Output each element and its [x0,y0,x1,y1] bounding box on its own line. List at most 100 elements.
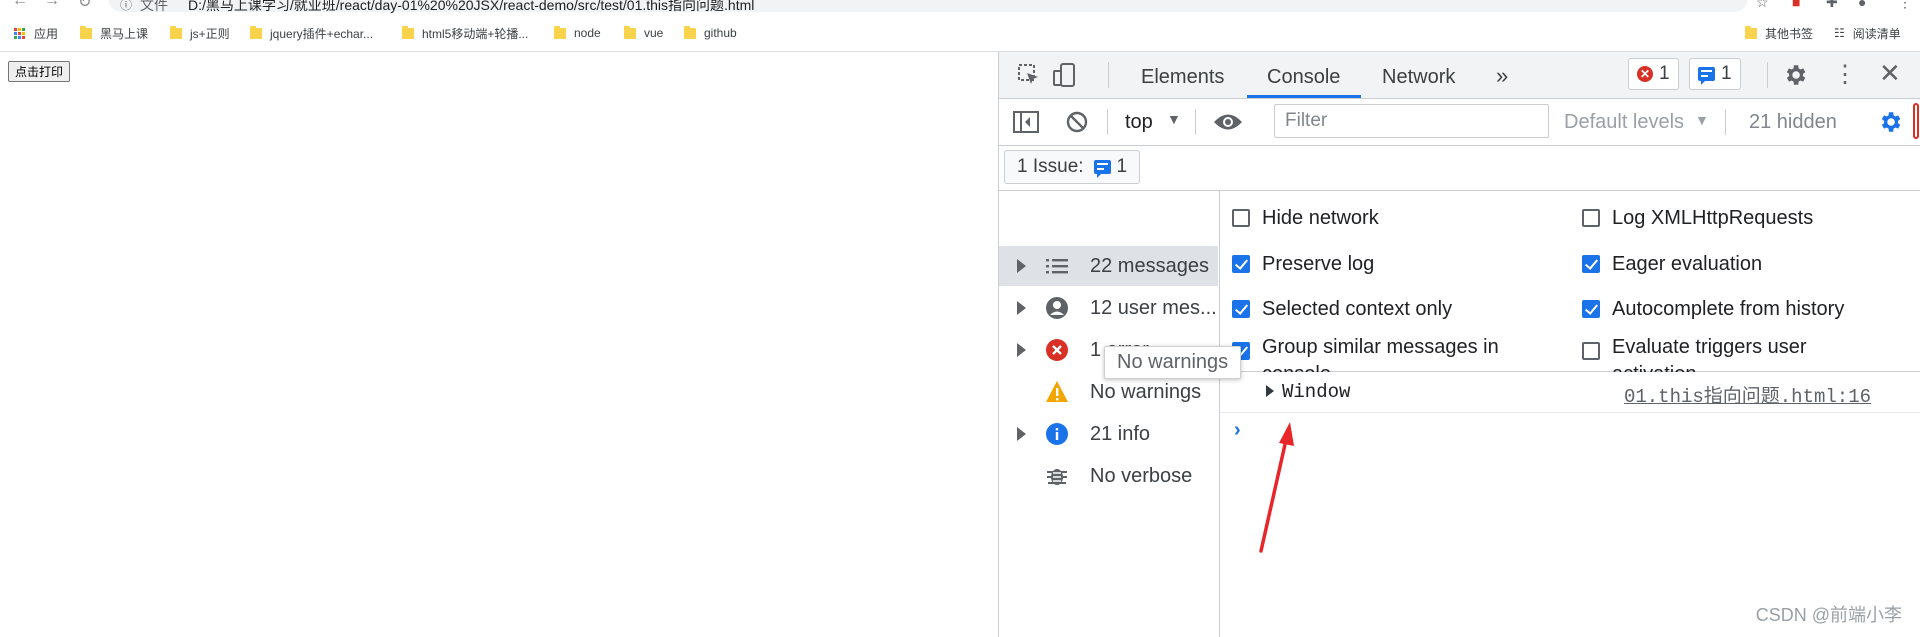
checkbox[interactable] [1582,342,1600,360]
expand-triangle-icon[interactable] [1266,385,1274,397]
bookmark-label: 阅读清单 [1852,26,1901,41]
context-selector[interactable]: top [1125,111,1153,134]
bookmark-folder[interactable]: html5移动端+轮播... [402,25,528,41]
bookmark-reading-list[interactable]: ☷ 阅读清单 [1834,25,1901,41]
checkbox[interactable] [1582,209,1600,227]
option-hide-network[interactable]: Hide network [1232,207,1379,230]
info-icon [1046,423,1068,445]
chrome-menu-icon[interactable]: ⋮ [1898,0,1912,11]
sidebar-item-label: No warnings [1090,381,1202,403]
extension-icon[interactable]: ■ [1792,0,1800,10]
option-log-xhr[interactable]: Log XMLHttpRequests [1582,207,1813,230]
inspect-element-icon[interactable] [1017,63,1041,87]
expand-triangle-icon[interactable] [1017,343,1026,357]
bookmark-star-icon[interactable]: ☆ [1756,0,1769,11]
profile-avatar-icon[interactable]: ● [1858,0,1866,10]
clear-console-icon[interactable] [1065,110,1089,134]
bookmarks-bar: 应用 黑马上课 js+正则 jquery插件+echar... html5移动端… [0,14,1920,52]
expand-triangle-icon[interactable] [1017,301,1026,315]
bookmark-label: vue [644,26,664,40]
sidebar-item-verbose[interactable]: No verbose [999,456,1218,496]
console-toolbar: top ▼ Default levels ▼ 21 hidden [999,99,1920,146]
hidden-count: 21 hidden [1749,111,1837,133]
console-prompt[interactable]: › [1220,413,1920,453]
issue-message-icon [1093,160,1111,178]
back-icon[interactable]: ← [12,0,28,10]
sidebar-item-messages[interactable]: 22 messages [999,246,1218,286]
expand-triangle-icon[interactable] [1017,427,1026,441]
checkbox[interactable] [1232,255,1250,273]
option-eager-evaluation[interactable]: Eager evaluation [1582,253,1762,276]
option-selected-context[interactable]: Selected context only [1232,298,1452,321]
error-icon [1046,339,1068,361]
device-toolbar-icon[interactable] [1051,62,1077,88]
bookmark-other[interactable]: 其他书签 [1745,25,1813,41]
checkbox[interactable] [1582,300,1600,318]
message-icon [1698,67,1715,85]
folder-icon [250,25,262,39]
folder-icon [1745,25,1757,39]
bookmark-folder[interactable]: jquery插件+echar... [250,25,373,41]
scrollbar-thumb[interactable] [1913,103,1919,139]
close-icon[interactable]: ✕ [1879,58,1901,89]
bookmark-apps[interactable]: 应用 [14,25,58,41]
more-tabs-icon[interactable]: » [1496,63,1508,89]
issues-bar: 1 Issue: 1 [999,146,1920,191]
warning-icon [1046,381,1068,402]
bookmark-folder[interactable]: js+正则 [170,25,230,41]
option-label: Autocomplete from history [1612,298,1845,320]
log-levels-dropdown[interactable]: Default levels [1564,111,1684,134]
bookmark-folder[interactable]: github [684,25,737,41]
checkbox[interactable] [1582,255,1600,273]
reading-list-icon: ☷ [1834,26,1845,40]
expand-triangle-icon[interactable] [1017,259,1026,273]
omnibox[interactable]: ⓘ 文件 D:/黑马上课学习/就业班/react/day-01%20%20JSX… [108,0,1748,14]
live-expression-eye-icon[interactable] [1213,111,1243,133]
address-bar: ← → ↻ ⓘ 文件 D:/黑马上课学习/就业班/react/day-01%20… [0,0,1920,14]
message-count: 1 [1721,63,1732,84]
chevron-down-icon[interactable]: ▼ [1167,111,1181,127]
print-button[interactable]: 点击打印 [8,61,71,82]
option-label: Log XMLHttpRequests [1612,207,1814,229]
sidebar-item-label: 22 messages [1090,255,1209,277]
more-options-icon[interactable]: ⋮ [1833,60,1857,89]
bookmark-label: jquery插件+echar... [270,26,374,41]
folder-icon [624,25,636,39]
url-scheme: 文件 [140,0,168,13]
checkbox[interactable] [1232,300,1250,318]
forward-icon[interactable]: → [44,0,60,10]
settings-gear-icon[interactable] [1782,62,1808,88]
watermark: CSDN @前端小李 [1755,605,1902,625]
bookmark-folder[interactable]: node [554,25,601,41]
message-count-badge[interactable]: 1 [1689,58,1741,90]
bookmark-folder[interactable]: vue [624,25,663,41]
sidebar-item-label: 21 info [1090,423,1151,445]
sidebar-item-info[interactable]: 21 info [999,414,1218,454]
checkbox[interactable] [1232,209,1250,227]
option-preserve-log[interactable]: Preserve log [1232,253,1374,276]
issues-button[interactable]: 1 Issue: 1 [1004,150,1141,184]
extensions-puzzle-icon[interactable]: ✚ [1826,0,1838,11]
devtools-panel: Elements Console Network » ✕ 1 1 ⋮ ✕ top… [998,52,1920,637]
tab-elements[interactable]: Elements [1141,66,1224,89]
folder-icon [170,25,182,39]
site-info-icon[interactable]: ⓘ [120,0,132,13]
bookmark-folder[interactable]: 黑马上课 [80,25,148,41]
url-text[interactable]: D:/黑马上课学习/就业班/react/day-01%20%20JSX/reac… [188,0,754,14]
sidebar-toggle-icon[interactable] [1013,111,1039,133]
tooltip: No warnings [1104,346,1242,379]
log-source-link[interactable]: 01.this指向问题.html:16 [1624,381,1871,408]
filter-input[interactable] [1274,104,1549,138]
sidebar-item-user-messages[interactable]: 12 user mes... [999,288,1218,328]
log-message[interactable]: Window [1282,381,1350,403]
tab-network[interactable]: Network [1382,66,1455,89]
console-log-row[interactable]: Window 01.this指向问题.html:16 [1220,372,1920,413]
error-count-badge[interactable]: ✕ 1 [1628,58,1679,90]
option-autocomplete-history[interactable]: Autocomplete from history [1582,298,1844,321]
bookmark-label: js+正则 [190,26,230,41]
reload-icon[interactable]: ↻ [78,0,91,12]
console-settings-gear-icon[interactable] [1877,109,1903,135]
option-label: Hide network [1262,207,1379,229]
tab-console[interactable]: Console [1267,66,1340,89]
chevron-down-icon[interactable]: ▼ [1695,112,1709,128]
